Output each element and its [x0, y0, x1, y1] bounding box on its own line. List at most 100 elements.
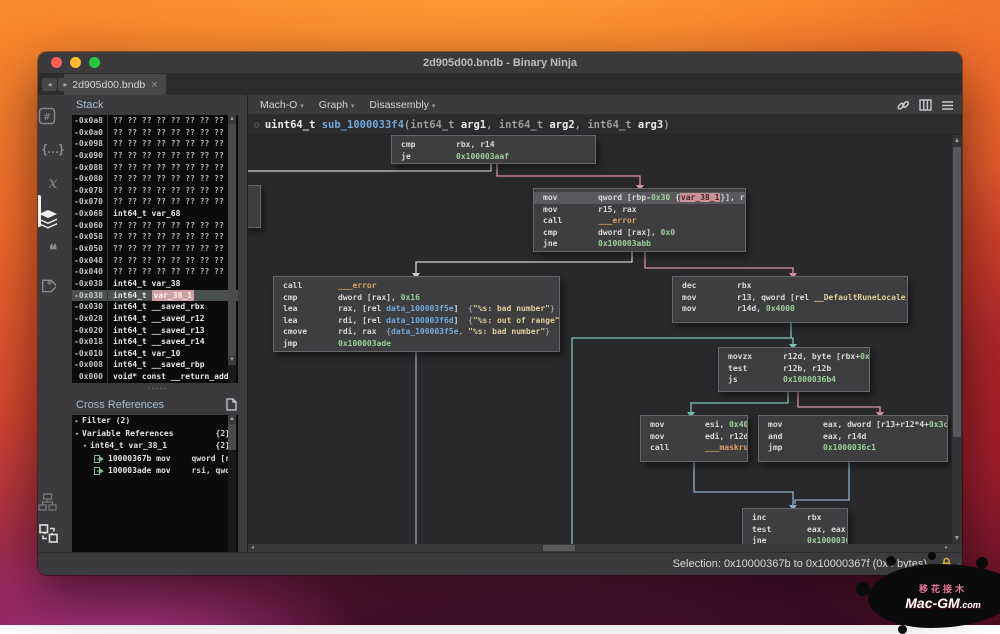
- instruction-row[interactable]: movedi, r12d: [641, 431, 747, 443]
- variables-icon[interactable]: x: [38, 173, 68, 192]
- instruction-row[interactable]: movzxr12d, byte [rbx+0x1]: [719, 351, 869, 363]
- stack-row[interactable]: -0x078?? ?? ?? ?? ?? ?? ?? ??: [72, 185, 238, 197]
- stack-row[interactable]: -0x0a0?? ?? ?? ?? ?? ?? ?? ??: [72, 127, 238, 139]
- split-view-icon[interactable]: [919, 99, 932, 111]
- graph-block-C[interactable]: call___errorcmpdword [rax], 0x16learax, …: [273, 276, 560, 352]
- instruction-row[interactable]: call___error: [274, 280, 559, 292]
- graph-block-H[interactable]: incrbxtesteax, eaxjne0x1000036a0: [742, 508, 848, 544]
- instruction-row[interactable]: andeax, r14d: [759, 431, 947, 443]
- stack-row[interactable]: -0x030int64_t __saved_rbx: [72, 301, 238, 313]
- new-document-icon[interactable]: [226, 398, 237, 411]
- graph-vertical-scrollbar[interactable]: ▲ ▼: [951, 135, 962, 544]
- graph-block-D[interactable]: decrbxmovr13, qword [rel __DefaultRuneLo…: [672, 276, 908, 323]
- graph-horizontal-scrollbar[interactable]: ◂ ▸: [248, 544, 962, 552]
- scroll-up-icon[interactable]: ▲: [228, 115, 236, 124]
- instruction-row[interactable]: movqword [rbp-0x30 {var_38_1}], r14: [534, 192, 745, 204]
- stack-panel[interactable]: -0x0a8?? ?? ?? ?? ?? ?? ?? ??-0x0a0?? ??…: [72, 115, 238, 383]
- instruction-row[interactable]: js0x1000036b4: [719, 374, 869, 386]
- stack-row[interactable]: -0x028int64_t __saved_r12: [72, 313, 238, 325]
- instruction-row[interactable]: jmp0x1000036c1: [759, 442, 947, 454]
- scroll-left-icon[interactable]: ◂: [251, 544, 254, 552]
- braces-icon[interactable]: {…}: [38, 142, 68, 156]
- cross-references-icon[interactable]: [38, 523, 68, 544]
- instruction-row[interactable]: decrbx: [673, 280, 907, 292]
- graph-view[interactable]: cmprbx, r14je0x100003aaf movqword [rbp-0x…: [248, 135, 962, 544]
- stack-row[interactable]: -0x058?? ?? ?? ?? ?? ?? ?? ??: [72, 231, 238, 243]
- stack-row[interactable]: -0x018int64_t __saved_r14: [72, 336, 238, 348]
- instruction-row[interactable]: cmpdword [rax], 0x0: [534, 227, 745, 239]
- stack-row[interactable]: -0x008int64_t __saved_rbp: [72, 359, 238, 371]
- link-icon[interactable]: [897, 99, 910, 112]
- instruction-row[interactable]: jne0x100003abb: [534, 238, 745, 250]
- panel-splitter[interactable]: ·····: [68, 383, 247, 395]
- instruction-row[interactable]: call___error: [534, 215, 745, 227]
- instruction-row[interactable]: jne0x1000036a0: [743, 535, 847, 544]
- instruction-row[interactable]: call___maskrune: [641, 442, 747, 454]
- instruction-row[interactable]: jmp0x100003ade: [274, 338, 559, 350]
- stack-row[interactable]: -0x060?? ?? ?? ?? ?? ?? ?? ??: [72, 220, 238, 232]
- instruction-row[interactable]: incrbx: [743, 512, 847, 524]
- stack-row[interactable]: -0x038int64_t var_38_1: [72, 290, 238, 302]
- graph-block-F[interactable]: movesi, 0x4000movedi, r12dcall___maskrun…: [640, 415, 748, 462]
- instruction-row[interactable]: cmprbx, r14: [392, 139, 595, 151]
- scroll-down-icon[interactable]: ▼: [228, 356, 236, 365]
- stack-row[interactable]: -0x048?? ?? ?? ?? ?? ?? ?? ??: [72, 255, 238, 267]
- titlebar[interactable]: 2d905d00.bndb - Binary Ninja: [38, 52, 962, 74]
- instruction-row[interactable]: je0x100003aaf: [392, 151, 595, 163]
- graph-block-A[interactable]: cmprbx, r14je0x100003aaf: [391, 135, 596, 164]
- stack-layers-icon[interactable]: [38, 209, 68, 229]
- instruction-row[interactable]: movesi, 0x4000: [641, 419, 747, 431]
- xref-filter-row[interactable]: ▸Filter (2): [72, 415, 238, 428]
- graph-block-B[interactable]: movqword [rbp-0x30 {var_38_1}], r14movr1…: [533, 188, 746, 252]
- instruction-row[interactable]: cmpdword [rax], 0x16: [274, 292, 559, 304]
- nav-forward-button[interactable]: ▸: [58, 78, 73, 91]
- hamburger-menu-icon[interactable]: [941, 100, 954, 111]
- stack-row[interactable]: -0x080?? ?? ?? ?? ?? ?? ?? ??: [72, 173, 238, 185]
- scroll-up-icon[interactable]: ▲: [952, 135, 962, 146]
- stack-row[interactable]: -0x050?? ?? ?? ?? ?? ?? ?? ??: [72, 243, 238, 255]
- stack-row[interactable]: -0x040?? ?? ?? ?? ?? ?? ?? ??: [72, 266, 238, 278]
- function-signature-bar[interactable]: ○uint64_t sub_1000033f4(int64_t arg1, in…: [248, 115, 962, 135]
- xref-scrollbar-thumb[interactable]: [228, 424, 236, 450]
- stack-row[interactable]: -0x070?? ?? ?? ?? ?? ?? ?? ??: [72, 196, 238, 208]
- instruction-row[interactable]: movr14d, 0x4000: [673, 303, 907, 315]
- instruction-row[interactable]: movr15, rax: [534, 204, 745, 216]
- function-nav-icon[interactable]: ○: [254, 120, 259, 129]
- tab-close-icon[interactable]: ×: [151, 79, 157, 91]
- instruction-row[interactable]: testr12b, r12b: [719, 363, 869, 375]
- scroll-right-icon[interactable]: ▸: [945, 544, 948, 552]
- graph-block-E[interactable]: movzxr12d, byte [rbx+0x1]testr12b, r12bj…: [718, 347, 870, 392]
- strings-icon[interactable]: ❝: [38, 241, 68, 259]
- instruction-row[interactable]: movr13, qword [rel __DefaultRuneLocale]: [673, 292, 907, 304]
- menu-disassembly[interactable]: Disassembly ▾: [363, 99, 444, 111]
- graph-block-P[interactable]: "}: [248, 185, 261, 228]
- graph-hscroll-thumb[interactable]: [543, 545, 575, 551]
- stack-scrollbar-thumb[interactable]: [228, 124, 236, 356]
- nav-back-button[interactable]: ◂: [42, 78, 57, 91]
- graph-vscroll-thumb[interactable]: [953, 147, 961, 437]
- instruction-row[interactable]: leardi, [rel data_100003f6d] {"%s: out o…: [274, 315, 559, 327]
- stack-row[interactable]: -0x090?? ?? ?? ?? ?? ?? ?? ??: [72, 150, 238, 162]
- xref-reference-row[interactable]: 10000367b movqword [r: [72, 453, 238, 466]
- xref-group-row[interactable]: ▾int64_t var_38_1{2}: [72, 440, 238, 453]
- scroll-down-icon[interactable]: ▼: [952, 533, 962, 544]
- stack-row[interactable]: -0x010int64_t var_10: [72, 348, 238, 360]
- stack-row[interactable]: 0x000void* const __return_add: [72, 371, 238, 383]
- scroll-up-icon[interactable]: ▲: [228, 415, 236, 424]
- graph-block-G[interactable]: moveax, dword [r13+r12*4+0x3c]andeax, r1…: [758, 415, 948, 462]
- instruction-row[interactable]: moveax, dword [r13+r12*4+0x3c]: [759, 419, 947, 431]
- tag-icon[interactable]: [38, 277, 68, 295]
- stack-row[interactable]: -0x068int64_t var_68: [72, 208, 238, 220]
- instruction-row[interactable]: cmoverdi, rax {data_100003f5e, "%s: bad …: [274, 326, 559, 338]
- xref-scrollbar[interactable]: ▲: [228, 415, 236, 552]
- cross-references-panel[interactable]: ▸Filter (2)▾Variable References{2}▾int64…: [72, 415, 238, 552]
- stack-row[interactable]: -0x038int64_t var_38: [72, 278, 238, 290]
- stack-row[interactable]: -0x020int64_t __saved_r13: [72, 325, 238, 337]
- instruction-row[interactable]: "}: [248, 189, 260, 201]
- menu-mach-o[interactable]: Mach-O ▾: [254, 99, 313, 111]
- document-tab[interactable]: 2d905d00.bndb ×: [64, 74, 166, 95]
- menu-graph[interactable]: Graph ▾: [313, 99, 364, 111]
- hierarchy-icon[interactable]: [38, 493, 68, 513]
- stack-row[interactable]: -0x088?? ?? ?? ?? ?? ?? ?? ??: [72, 162, 238, 174]
- hash-icon[interactable]: #: [38, 107, 68, 125]
